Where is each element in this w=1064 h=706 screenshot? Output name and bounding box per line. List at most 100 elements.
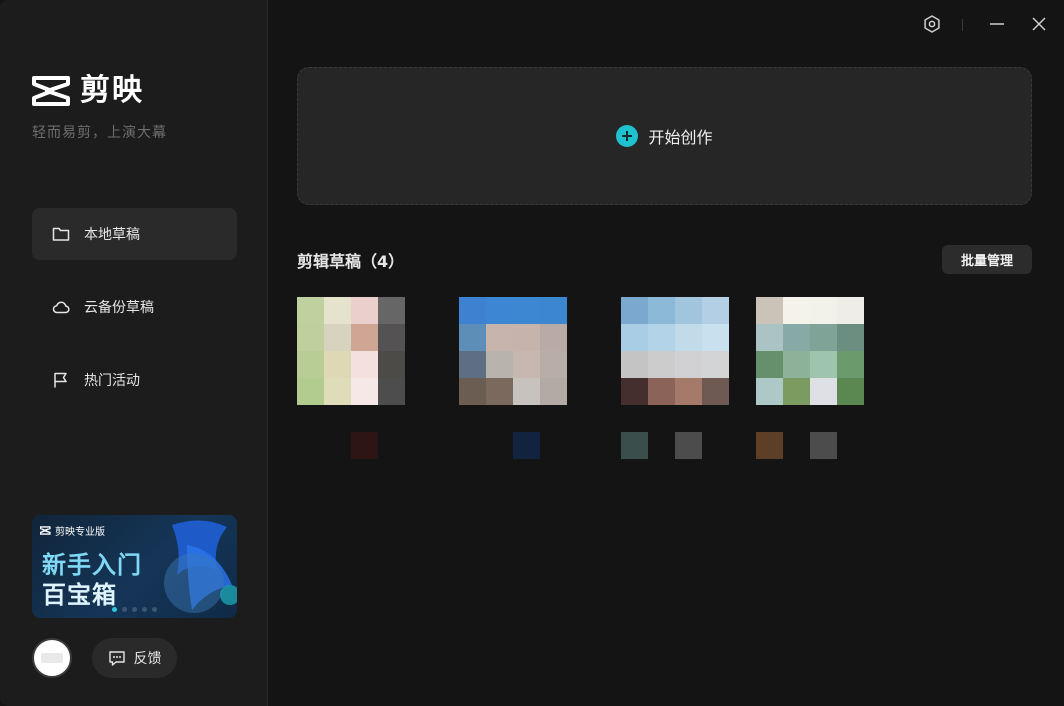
thumbnail-pixel xyxy=(324,324,351,351)
thumbnail-pixel xyxy=(378,351,405,378)
thumbnail-pixel xyxy=(486,351,513,378)
drafts-section-title: 剪辑草稿（4） xyxy=(297,252,405,271)
thumbnail-pixel xyxy=(648,378,675,405)
start-creating-label: 开始创作 xyxy=(648,128,713,147)
user-avatar[interactable] xyxy=(32,638,72,678)
thumbnail-pixel xyxy=(378,297,405,324)
thumbnail-pixel xyxy=(621,324,648,351)
thumbnail-pixel xyxy=(486,297,513,324)
app-name: 剪映 xyxy=(80,73,144,108)
draft-thumbnail[interactable] xyxy=(459,297,567,405)
folder-icon xyxy=(52,227,70,241)
thumbnail-pixel xyxy=(324,378,351,405)
pagination-dot[interactable] xyxy=(112,607,117,612)
thumbnail-pixel xyxy=(324,297,351,324)
draft-info-block xyxy=(756,432,783,459)
thumbnail-pixel xyxy=(756,324,783,351)
thumbnail-pixel xyxy=(513,351,540,378)
thumbnail-pixel xyxy=(351,351,378,378)
thumbnail-pixel xyxy=(756,378,783,405)
pagination-dot[interactable] xyxy=(122,607,127,612)
thumbnail-pixel xyxy=(675,351,702,378)
thumbnail-pixel xyxy=(675,378,702,405)
draft-thumbnail[interactable] xyxy=(621,297,729,405)
thumbnail-pixel xyxy=(297,297,324,324)
thumbnail-pixel xyxy=(702,351,729,378)
thumbnail-pixel xyxy=(783,297,810,324)
pagination-dot[interactable] xyxy=(152,607,157,612)
thumbnail-pixel xyxy=(810,324,837,351)
thumbnail-pixel xyxy=(621,297,648,324)
thumbnail-pixel xyxy=(486,324,513,351)
thumbnail-pixel xyxy=(702,297,729,324)
thumbnail-pixel xyxy=(810,297,837,324)
thumbnail-pixel xyxy=(297,324,324,351)
thumbnail-pixel xyxy=(297,378,324,405)
thumbnail-pixel xyxy=(837,297,864,324)
close-icon[interactable] xyxy=(1029,14,1049,34)
thumbnail-pixel xyxy=(837,351,864,378)
thumbnail-pixel xyxy=(378,324,405,351)
banner-artwork xyxy=(164,520,237,613)
thumbnail-pixel xyxy=(837,324,864,351)
thumbnail-pixel xyxy=(702,324,729,351)
settings-icon[interactable] xyxy=(922,14,942,34)
sidebar-item-label: 本地草稿 xyxy=(84,227,140,243)
app-logo: 剪映 xyxy=(32,74,144,108)
batch-manage-button[interactable]: 批量管理 xyxy=(942,245,1032,274)
thumbnail-pixel xyxy=(486,378,513,405)
thumbnail-pixel xyxy=(351,324,378,351)
thumbnail-pixel xyxy=(540,297,567,324)
promo-banner[interactable]: 剪映专业版 新手入门 百宝箱 xyxy=(32,515,237,618)
minimize-icon[interactable] xyxy=(987,14,1007,34)
sidebar: 剪映 轻而易剪，上演大幕 本地草稿 云备份草稿 热门活动 剪映专业版 新手入门 … xyxy=(0,0,268,706)
sidebar-item-local-drafts[interactable]: 本地草稿 xyxy=(32,208,237,260)
thumbnail-pixel xyxy=(648,324,675,351)
thumbnail-pixel xyxy=(621,378,648,405)
sidebar-item-hot-events[interactable]: 热门活动 xyxy=(32,354,237,406)
thumbnail-pixel xyxy=(756,351,783,378)
chat-icon xyxy=(108,651,125,666)
feedback-label: 反馈 xyxy=(133,651,162,667)
pagination-dot[interactable] xyxy=(142,607,147,612)
draft-info-block xyxy=(675,432,702,459)
avatar-image xyxy=(41,653,63,663)
capcut-logo-icon xyxy=(32,76,70,106)
thumbnail-pixel xyxy=(378,378,405,405)
thumbnail-pixel xyxy=(783,324,810,351)
draft-thumbnail[interactable] xyxy=(756,297,864,405)
banner-brand: 剪映专业版 xyxy=(40,523,105,538)
thumbnail-pixel xyxy=(459,324,486,351)
draft-info-block xyxy=(621,432,648,459)
draft-info-block xyxy=(810,432,837,459)
thumbnail-pixel xyxy=(459,378,486,405)
banner-title-line2: 百宝箱 xyxy=(42,581,117,609)
thumbnail-pixel xyxy=(513,378,540,405)
thumbnail-pixel xyxy=(810,378,837,405)
feedback-button[interactable]: 反馈 xyxy=(92,638,177,678)
titlebar-separator xyxy=(962,19,963,31)
thumbnail-pixel xyxy=(459,297,486,324)
banner-pagination xyxy=(112,607,162,612)
sidebar-item-label: 云备份草稿 xyxy=(84,300,154,316)
thumbnail-pixel xyxy=(540,324,567,351)
draft-info-block xyxy=(513,432,540,459)
thumbnail-pixel xyxy=(297,351,324,378)
thumbnail-pixel xyxy=(783,351,810,378)
cloud-icon xyxy=(52,301,70,314)
draft-info-block xyxy=(351,432,378,459)
start-creating-button[interactable]: 开始创作 xyxy=(297,67,1032,205)
thumbnail-pixel xyxy=(756,297,783,324)
pagination-dot[interactable] xyxy=(132,607,137,612)
thumbnail-pixel xyxy=(540,378,567,405)
plus-icon xyxy=(616,125,639,147)
thumbnail-pixel xyxy=(783,378,810,405)
sidebar-item-cloud-drafts[interactable]: 云备份草稿 xyxy=(32,281,237,333)
thumbnail-pixel xyxy=(837,378,864,405)
thumbnail-pixel xyxy=(513,297,540,324)
thumbnail-pixel xyxy=(702,378,729,405)
thumbnail-pixel xyxy=(459,351,486,378)
app-window: 剪映 轻而易剪，上演大幕 本地草稿 云备份草稿 热门活动 剪映专业版 新手入门 … xyxy=(0,0,1064,706)
draft-thumbnail[interactable] xyxy=(297,297,405,405)
capcut-logo-icon xyxy=(40,526,51,535)
